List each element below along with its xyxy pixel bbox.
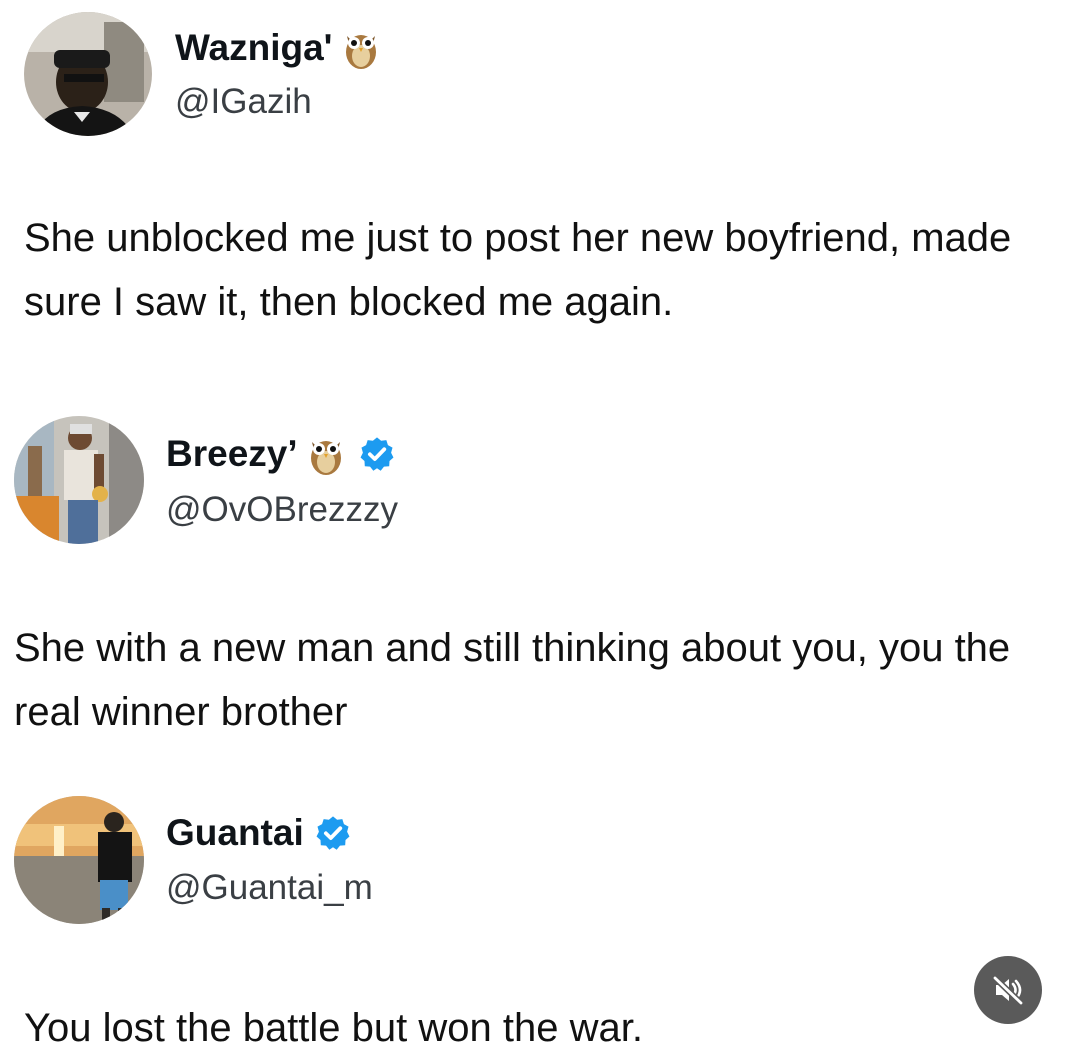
tweet-text: She with a new man and still thinking ab… [14, 626, 1011, 734]
owl-emoji-icon [310, 441, 341, 475]
avatar[interactable] [24, 12, 152, 136]
avatar-photo [24, 12, 152, 136]
username-handle[interactable]: @IGazih [175, 82, 312, 122]
verified-badge-icon [360, 437, 394, 471]
username-handle[interactable]: @Guantai_m [166, 868, 373, 908]
verified-badge-icon [316, 816, 350, 850]
tweet-text: She unblocked me just to post her new bo… [24, 216, 1012, 324]
mute-toggle-button[interactable] [974, 956, 1042, 1024]
display-name[interactable]: Breezy’ [166, 433, 298, 475]
avatar[interactable] [14, 796, 144, 924]
owl-emoji-icon [345, 35, 376, 69]
speaker-muted-icon [992, 975, 1024, 1006]
display-name[interactable]: Guantai [166, 812, 304, 854]
username-handle[interactable]: @OvOBrezzzy [166, 490, 398, 530]
display-name[interactable]: Wazniga' [175, 27, 333, 69]
avatar-photo [14, 796, 144, 924]
tweet-text: You lost the battle but won the war. [24, 1006, 643, 1050]
avatar[interactable] [14, 416, 144, 544]
avatar-photo [14, 416, 144, 544]
